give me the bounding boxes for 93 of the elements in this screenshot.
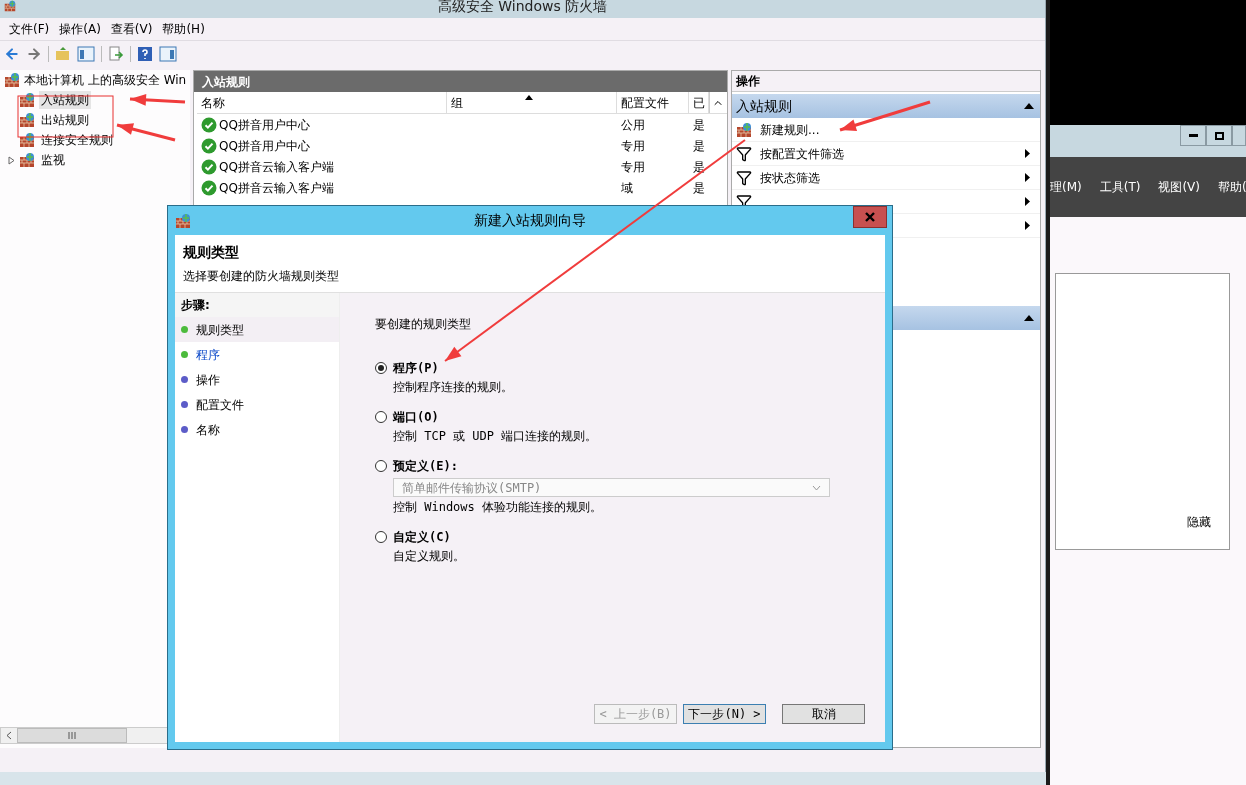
new-rule-icon [736, 121, 752, 138]
table-cell-text: QQ拼音用户中心 [219, 137, 310, 155]
prompt-text: 要创建的规则类型 [375, 316, 472, 333]
scroll-thumb[interactable] [17, 728, 127, 743]
menu-item[interactable]: 理(M) [1050, 178, 1082, 196]
table-cell-text: QQ拼音用户中心 [219, 116, 310, 134]
submenu-arrow-icon [1025, 221, 1030, 230]
submenu-arrow-icon [1025, 197, 1030, 206]
hide-label[interactable]: 隐藏 [1187, 513, 1211, 531]
help-icon[interactable] [137, 45, 153, 62]
step-item: 规则类型 [175, 317, 339, 342]
pane-header: 入站规则 [194, 71, 727, 92]
annotation-arrow [129, 93, 186, 106]
forward-icon[interactable] [26, 45, 42, 62]
table-cell-text: 专用 [620, 137, 646, 155]
radio-button[interactable] [375, 460, 387, 472]
rule-icon [19, 112, 35, 128]
column-header[interactable]: 已 [689, 92, 709, 113]
radio-option[interactable]: 自定义(C) [375, 528, 885, 546]
column-header[interactable]: 名称 [197, 92, 447, 113]
close-button[interactable] [853, 206, 887, 228]
dialog-button[interactable]: 下一步(N) > [683, 704, 766, 724]
check-circle-icon [201, 116, 217, 133]
page-heading: 规则类型 [183, 243, 240, 262]
close-icon [865, 212, 875, 222]
table-cell-text: QQ拼音云输入客户端 [219, 179, 334, 197]
minimize-button[interactable] [1180, 125, 1206, 146]
menu-item[interactable]: 帮助( [1218, 178, 1246, 196]
submenu-arrow-icon [1025, 173, 1030, 182]
rule-icon [19, 152, 35, 168]
pane-icon[interactable] [77, 44, 95, 63]
pane-icon[interactable] [159, 44, 177, 63]
chevron-down-icon [812, 484, 821, 491]
folder-up-icon[interactable] [55, 45, 71, 62]
table-cell-text: 是 [692, 116, 706, 134]
firewall-icon [4, 72, 20, 88]
tree-item[interactable]: 出站规则 [39, 111, 91, 129]
check-circle-icon [201, 137, 217, 154]
table-cell-text: 是 [692, 158, 706, 176]
section-header[interactable]: 入站规则 [732, 94, 1040, 118]
step-item[interactable]: 程序 [175, 342, 339, 367]
export-icon[interactable] [108, 45, 124, 62]
radio-button[interactable] [375, 362, 387, 374]
menu-item[interactable]: 视图(V) [1158, 178, 1200, 196]
rule-icon [19, 132, 35, 148]
dialog-button[interactable]: 取消 [782, 704, 865, 724]
table-cell-text: 专用 [620, 158, 646, 176]
action-row[interactable]: 按配置文件筛选 [732, 142, 1040, 166]
check-circle-icon [201, 158, 217, 175]
annotation-arrow [116, 123, 176, 142]
check-circle-icon [201, 179, 217, 196]
table-cell-text: QQ拼音云输入客户端 [219, 158, 334, 176]
table-cell-text: 是 [692, 179, 706, 197]
option-description: 控制 TCP 或 UDP 端口连接的规则。 [393, 428, 599, 445]
expand-icon[interactable] [8, 155, 15, 165]
option-description: 控制程序连接的规则。 [393, 379, 514, 396]
tree-item[interactable]: 连接安全规则 [39, 131, 115, 149]
step-item: 配置文件 [175, 392, 339, 417]
menu-item[interactable]: 工具(T) [1099, 178, 1141, 196]
maximize-button[interactable] [1206, 125, 1232, 146]
column-header[interactable]: 配置文件 [617, 92, 689, 113]
radio-option[interactable]: 端口(O) [375, 408, 885, 426]
back-icon[interactable] [4, 45, 20, 62]
filter-icon [736, 169, 752, 186]
sort-icon [525, 95, 533, 100]
radio-button[interactable] [375, 531, 387, 543]
menu-item[interactable]: 帮助(H) [157, 18, 210, 40]
menu-item[interactable]: 操作(A) [54, 18, 106, 40]
page-subheading: 选择要创建的防火墙规则类型 [183, 268, 340, 285]
firewall-icon [4, 0, 16, 12]
rule-icon [19, 92, 35, 108]
table-cell-text: 公用 [620, 116, 646, 134]
submenu-arrow-icon [1025, 149, 1030, 158]
menu-item[interactable]: 查看(V) [105, 18, 158, 40]
step-item: 名称 [175, 417, 339, 442]
steps-heading: 步骤: [175, 293, 339, 317]
table-cell-text: 域 [620, 179, 634, 197]
step-item: 操作 [175, 367, 339, 392]
tree-item[interactable]: 本地计算机 上的高级安全 Win [24, 71, 187, 89]
dialog-title: 新建入站规则向导 [473, 211, 587, 230]
radio-button[interactable] [375, 411, 387, 423]
column-header[interactable]: 组 [447, 92, 617, 113]
radio-option[interactable]: 程序(P) [375, 359, 885, 377]
firewall-icon [175, 212, 191, 229]
option-description: 控制 Windows 体验功能连接的规则。 [393, 499, 604, 516]
menu-item[interactable]: 文件(F) [4, 18, 55, 40]
option-description: 自定义规则。 [393, 548, 466, 565]
filter-icon [736, 145, 752, 162]
radio-option[interactable]: 预定义(E): [375, 457, 885, 475]
table-cell-text: 是 [692, 137, 706, 155]
action-row[interactable]: 按状态筛选 [732, 166, 1040, 190]
pane-header: 操作 [732, 71, 1040, 92]
tree-item[interactable]: 监视 [39, 151, 67, 169]
